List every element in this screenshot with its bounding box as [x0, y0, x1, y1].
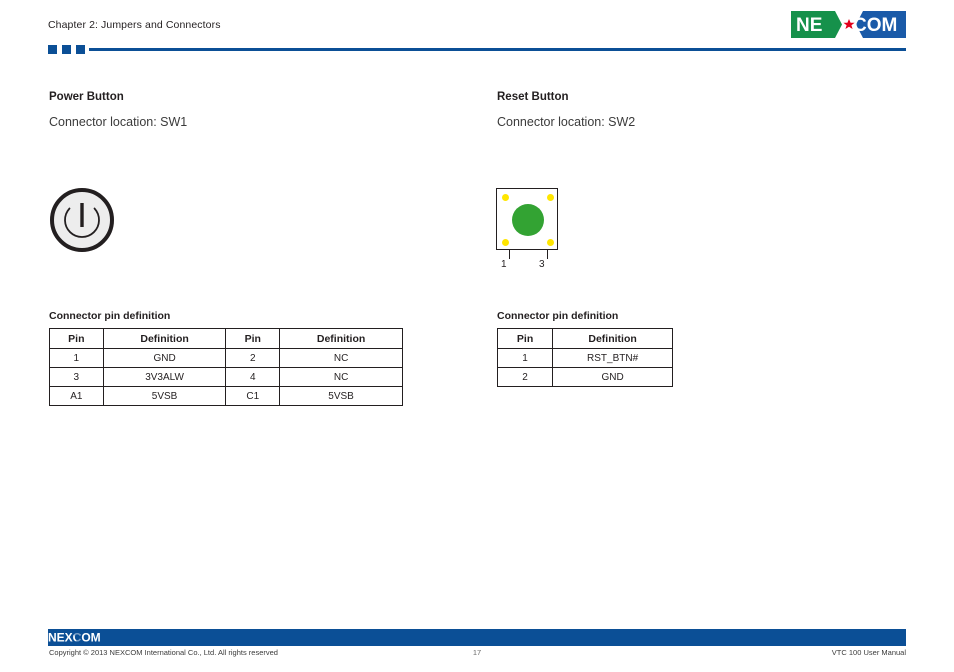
column-header-definition-1: Definition [102, 328, 227, 349]
cell-definition: 3V3ALW [102, 367, 227, 387]
power-table-caption: Connector pin definition [49, 310, 171, 322]
table-row: A1 5VSB C1 5VSB [49, 386, 403, 406]
solder-pad-bottom-left [502, 239, 509, 246]
table-row: 3 3V3ALW 4 NC [49, 367, 403, 387]
cell-pin: 1 [496, 348, 554, 368]
breadcrumb-chapter: Chapter 2: Jumpers and Connectors [48, 19, 221, 31]
column-header-pin-1: Pin [49, 328, 104, 349]
cell-definition: GND [552, 367, 673, 387]
power-button-title: Power Button [49, 91, 124, 103]
table-row: 1 RST_BTN# [496, 348, 673, 368]
column-header-definition-2: Definition [279, 328, 403, 349]
cell-definition: 5VSB [279, 386, 403, 406]
reset-button-title: Reset Button [497, 91, 569, 103]
reset-pin-definition-table: Pin Definition 1 RST_BTN# 2 GND [496, 328, 673, 387]
pin-label-3: 3 [539, 259, 545, 270]
cell-pin: 4 [225, 367, 281, 387]
nexcom-logo: NE COM [791, 11, 906, 38]
pin-label-1: 1 [501, 259, 507, 270]
svg-text:COM: COM [853, 15, 897, 36]
header-accent-rule [48, 45, 906, 55]
reset-button-location: Connector location: SW2 [497, 115, 636, 129]
solder-pad-top-right [547, 194, 554, 201]
header-square-1 [48, 45, 57, 54]
power-button-figure [49, 186, 115, 254]
column-header-pin: Pin [496, 328, 554, 349]
table-header-row: Pin Definition Pin Definition [49, 328, 403, 349]
power-symbol-icon [50, 188, 114, 252]
table-row: 2 GND [496, 367, 673, 387]
footer-bar [48, 629, 906, 644]
cell-definition: RST_BTN# [552, 348, 673, 368]
power-button-section: Power Button Connector location: SW1 [49, 90, 469, 130]
table-header-row: Pin Definition [496, 328, 673, 349]
cell-definition: GND [102, 348, 227, 368]
power-pin-definition-table: Pin Definition Pin Definition 1 GND 2 NC… [49, 328, 403, 406]
footer-nexcom-logo: NEXCOM [48, 630, 112, 644]
cell-definition: 5VSB [102, 386, 227, 406]
table-row: 1 GND 2 NC [49, 348, 403, 368]
solder-pad-bottom-right [547, 239, 554, 246]
reset-button-section: Reset Button Connector location: SW2 [497, 90, 917, 130]
cell-pin: 3 [49, 367, 104, 387]
svg-text:NE: NE [796, 15, 822, 36]
footer-manual-title: VTC 100 User Manual [831, 648, 906, 657]
footer-rule-line [48, 644, 906, 646]
switch-body [496, 188, 558, 250]
cell-definition: NC [279, 348, 403, 368]
cell-definition: NC [279, 367, 403, 387]
pin-tick-3 [547, 250, 549, 259]
reset-table-caption: Connector pin definition [497, 310, 619, 322]
solder-pad-top-left [502, 194, 509, 201]
power-button-location: Connector location: SW1 [49, 115, 188, 129]
column-header-definition: Definition [552, 328, 673, 349]
cell-pin: 2 [225, 348, 281, 368]
nexcom-logo-svg: NE COM [791, 11, 906, 38]
cell-pin: A1 [49, 386, 104, 406]
header-rule-line [89, 48, 906, 51]
footer-nexcom-logo-svg: NEXCOM [48, 630, 101, 644]
reset-button-figure: 1 3 [496, 188, 592, 270]
cell-pin: 2 [496, 367, 554, 387]
column-header-pin-2: Pin [225, 328, 281, 349]
header-square-3 [76, 45, 85, 54]
cell-pin: C1 [225, 386, 281, 406]
pin-tick-1 [509, 250, 511, 259]
footer-page-number: 17 [472, 648, 482, 657]
cell-pin: 1 [49, 348, 104, 368]
switch-actuator [512, 204, 544, 236]
header-square-2 [62, 45, 71, 54]
